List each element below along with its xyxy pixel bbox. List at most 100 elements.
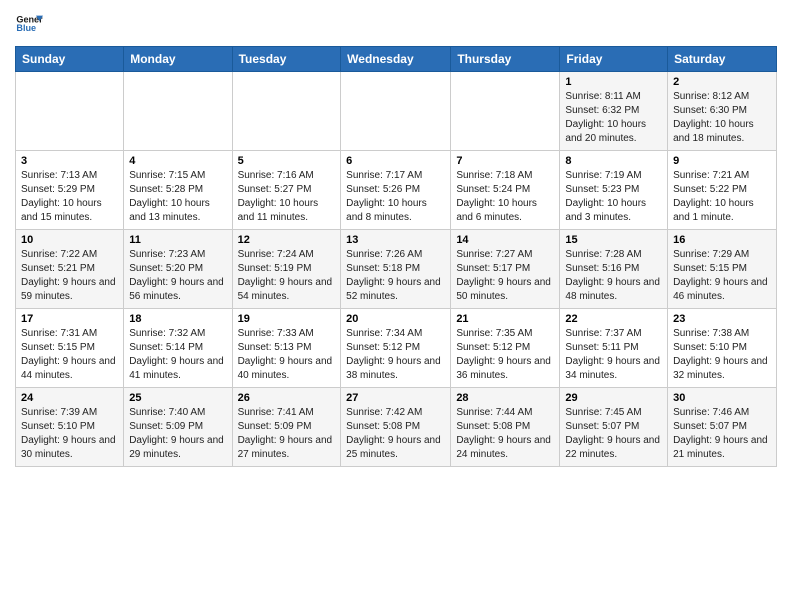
day-number: 17 [21, 313, 118, 325]
day-number: 7 [456, 155, 554, 167]
day-info: Sunrise: 7:45 AM Sunset: 5:07 PM Dayligh… [565, 406, 662, 462]
day-info: Sunrise: 7:23 AM Sunset: 5:20 PM Dayligh… [129, 248, 226, 304]
calendar-cell [232, 72, 341, 151]
day-info: Sunrise: 7:18 AM Sunset: 5:24 PM Dayligh… [456, 169, 554, 225]
calendar-cell: 17 Sunrise: 7:31 AM Sunset: 5:15 PM Dayli… [16, 309, 124, 388]
day-info: Sunrise: 7:17 AM Sunset: 5:26 PM Dayligh… [346, 169, 445, 225]
day-info: Sunrise: 7:35 AM Sunset: 5:12 PM Dayligh… [456, 327, 554, 383]
day-number: 20 [346, 313, 445, 325]
calendar-cell: 16 Sunrise: 7:29 AM Sunset: 5:15 PM Dayli… [668, 230, 777, 309]
day-info: Sunrise: 7:13 AM Sunset: 5:29 PM Dayligh… [21, 169, 118, 225]
day-info: Sunrise: 7:31 AM Sunset: 5:15 PM Dayligh… [21, 327, 118, 383]
logo: General Blue [15, 10, 43, 38]
day-info: Sunrise: 7:40 AM Sunset: 5:09 PM Dayligh… [129, 406, 226, 462]
logo-icon: General Blue [15, 10, 43, 38]
day-of-week-header: Sunday [16, 47, 124, 72]
calendar-cell: 11 Sunrise: 7:23 AM Sunset: 5:20 PM Dayli… [124, 230, 232, 309]
calendar-cell: 12 Sunrise: 7:24 AM Sunset: 5:19 PM Dayli… [232, 230, 341, 309]
day-number: 29 [565, 392, 662, 404]
day-number: 10 [21, 234, 118, 246]
day-number: 12 [238, 234, 336, 246]
calendar-cell [451, 72, 560, 151]
day-number: 1 [565, 76, 662, 88]
day-info: Sunrise: 7:16 AM Sunset: 5:27 PM Dayligh… [238, 169, 336, 225]
day-number: 22 [565, 313, 662, 325]
day-number: 25 [129, 392, 226, 404]
day-info: Sunrise: 7:29 AM Sunset: 5:15 PM Dayligh… [673, 248, 771, 304]
day-info: Sunrise: 7:28 AM Sunset: 5:16 PM Dayligh… [565, 248, 662, 304]
day-of-week-header: Tuesday [232, 47, 341, 72]
day-number: 9 [673, 155, 771, 167]
calendar-cell: 7 Sunrise: 7:18 AM Sunset: 5:24 PM Daylig… [451, 151, 560, 230]
day-of-week-header: Monday [124, 47, 232, 72]
day-info: Sunrise: 7:46 AM Sunset: 5:07 PM Dayligh… [673, 406, 771, 462]
day-number: 15 [565, 234, 662, 246]
day-info: Sunrise: 7:24 AM Sunset: 5:19 PM Dayligh… [238, 248, 336, 304]
day-number: 30 [673, 392, 771, 404]
calendar-cell: 20 Sunrise: 7:34 AM Sunset: 5:12 PM Dayli… [341, 309, 451, 388]
day-number: 24 [21, 392, 118, 404]
calendar-cell [124, 72, 232, 151]
calendar-cell: 6 Sunrise: 7:17 AM Sunset: 5:26 PM Daylig… [341, 151, 451, 230]
calendar-cell: 1 Sunrise: 8:11 AM Sunset: 6:32 PM Daylig… [560, 72, 668, 151]
day-number: 14 [456, 234, 554, 246]
day-info: Sunrise: 7:22 AM Sunset: 5:21 PM Dayligh… [21, 248, 118, 304]
calendar-cell: 26 Sunrise: 7:41 AM Sunset: 5:09 PM Dayli… [232, 388, 341, 467]
day-info: Sunrise: 8:12 AM Sunset: 6:30 PM Dayligh… [673, 90, 771, 146]
day-info: Sunrise: 7:37 AM Sunset: 5:11 PM Dayligh… [565, 327, 662, 383]
day-of-week-header: Friday [560, 47, 668, 72]
day-number: 3 [21, 155, 118, 167]
day-number: 11 [129, 234, 226, 246]
day-number: 21 [456, 313, 554, 325]
day-number: 19 [238, 313, 336, 325]
calendar-cell: 30 Sunrise: 7:46 AM Sunset: 5:07 PM Dayli… [668, 388, 777, 467]
calendar-cell: 25 Sunrise: 7:40 AM Sunset: 5:09 PM Dayli… [124, 388, 232, 467]
day-info: Sunrise: 7:41 AM Sunset: 5:09 PM Dayligh… [238, 406, 336, 462]
day-info: Sunrise: 7:34 AM Sunset: 5:12 PM Dayligh… [346, 327, 445, 383]
day-info: Sunrise: 7:33 AM Sunset: 5:13 PM Dayligh… [238, 327, 336, 383]
day-number: 26 [238, 392, 336, 404]
calendar-cell: 29 Sunrise: 7:45 AM Sunset: 5:07 PM Dayli… [560, 388, 668, 467]
calendar-cell: 10 Sunrise: 7:22 AM Sunset: 5:21 PM Dayli… [16, 230, 124, 309]
calendar-cell: 21 Sunrise: 7:35 AM Sunset: 5:12 PM Dayli… [451, 309, 560, 388]
day-of-week-header: Wednesday [341, 47, 451, 72]
day-number: 13 [346, 234, 445, 246]
calendar-cell: 28 Sunrise: 7:44 AM Sunset: 5:08 PM Dayli… [451, 388, 560, 467]
day-number: 16 [673, 234, 771, 246]
day-number: 2 [673, 76, 771, 88]
calendar-cell: 4 Sunrise: 7:15 AM Sunset: 5:28 PM Daylig… [124, 151, 232, 230]
calendar-cell: 15 Sunrise: 7:28 AM Sunset: 5:16 PM Dayli… [560, 230, 668, 309]
calendar-cell: 19 Sunrise: 7:33 AM Sunset: 5:13 PM Dayli… [232, 309, 341, 388]
day-number: 4 [129, 155, 226, 167]
day-info: Sunrise: 7:38 AM Sunset: 5:10 PM Dayligh… [673, 327, 771, 383]
calendar-cell: 5 Sunrise: 7:16 AM Sunset: 5:27 PM Daylig… [232, 151, 341, 230]
calendar-cell: 3 Sunrise: 7:13 AM Sunset: 5:29 PM Daylig… [16, 151, 124, 230]
calendar-cell: 9 Sunrise: 7:21 AM Sunset: 5:22 PM Daylig… [668, 151, 777, 230]
calendar-table: SundayMondayTuesdayWednesdayThursdayFrid… [15, 46, 777, 467]
day-info: Sunrise: 7:42 AM Sunset: 5:08 PM Dayligh… [346, 406, 445, 462]
day-info: Sunrise: 7:21 AM Sunset: 5:22 PM Dayligh… [673, 169, 771, 225]
day-number: 6 [346, 155, 445, 167]
calendar-cell: 27Sunrise: 7:42 AM Sunset: 5:08 PM Dayli… [341, 388, 451, 467]
day-info: Sunrise: 7:26 AM Sunset: 5:18 PM Dayligh… [346, 248, 445, 304]
day-info: Sunrise: 7:44 AM Sunset: 5:08 PM Dayligh… [456, 406, 554, 462]
calendar-cell: 2 Sunrise: 8:12 AM Sunset: 6:30 PM Daylig… [668, 72, 777, 151]
calendar-cell: 14 Sunrise: 7:27 AM Sunset: 5:17 PM Dayli… [451, 230, 560, 309]
day-info: Sunrise: 7:32 AM Sunset: 5:14 PM Dayligh… [129, 327, 226, 383]
calendar-cell: 22 Sunrise: 7:37 AM Sunset: 5:11 PM Dayli… [560, 309, 668, 388]
day-number: 5 [238, 155, 336, 167]
day-number: 23 [673, 313, 771, 325]
day-of-week-header: Saturday [668, 47, 777, 72]
day-info: Sunrise: 7:15 AM Sunset: 5:28 PM Dayligh… [129, 169, 226, 225]
calendar-cell: 13 Sunrise: 7:26 AM Sunset: 5:18 PM Dayli… [341, 230, 451, 309]
calendar-cell: 18 Sunrise: 7:32 AM Sunset: 5:14 PM Dayli… [124, 309, 232, 388]
calendar-cell: 24 Sunrise: 7:39 AM Sunset: 5:10 PM Dayli… [16, 388, 124, 467]
day-info: Sunrise: 7:19 AM Sunset: 5:23 PM Dayligh… [565, 169, 662, 225]
day-number: 8 [565, 155, 662, 167]
calendar-cell: 8 Sunrise: 7:19 AM Sunset: 5:23 PM Daylig… [560, 151, 668, 230]
day-info: Sunrise: 7:39 AM Sunset: 5:10 PM Dayligh… [21, 406, 118, 462]
day-number: 28 [456, 392, 554, 404]
day-info: Sunrise: 7:27 AM Sunset: 5:17 PM Dayligh… [456, 248, 554, 304]
day-number: 18 [129, 313, 226, 325]
day-info: Sunrise: 8:11 AM Sunset: 6:32 PM Dayligh… [565, 90, 662, 146]
